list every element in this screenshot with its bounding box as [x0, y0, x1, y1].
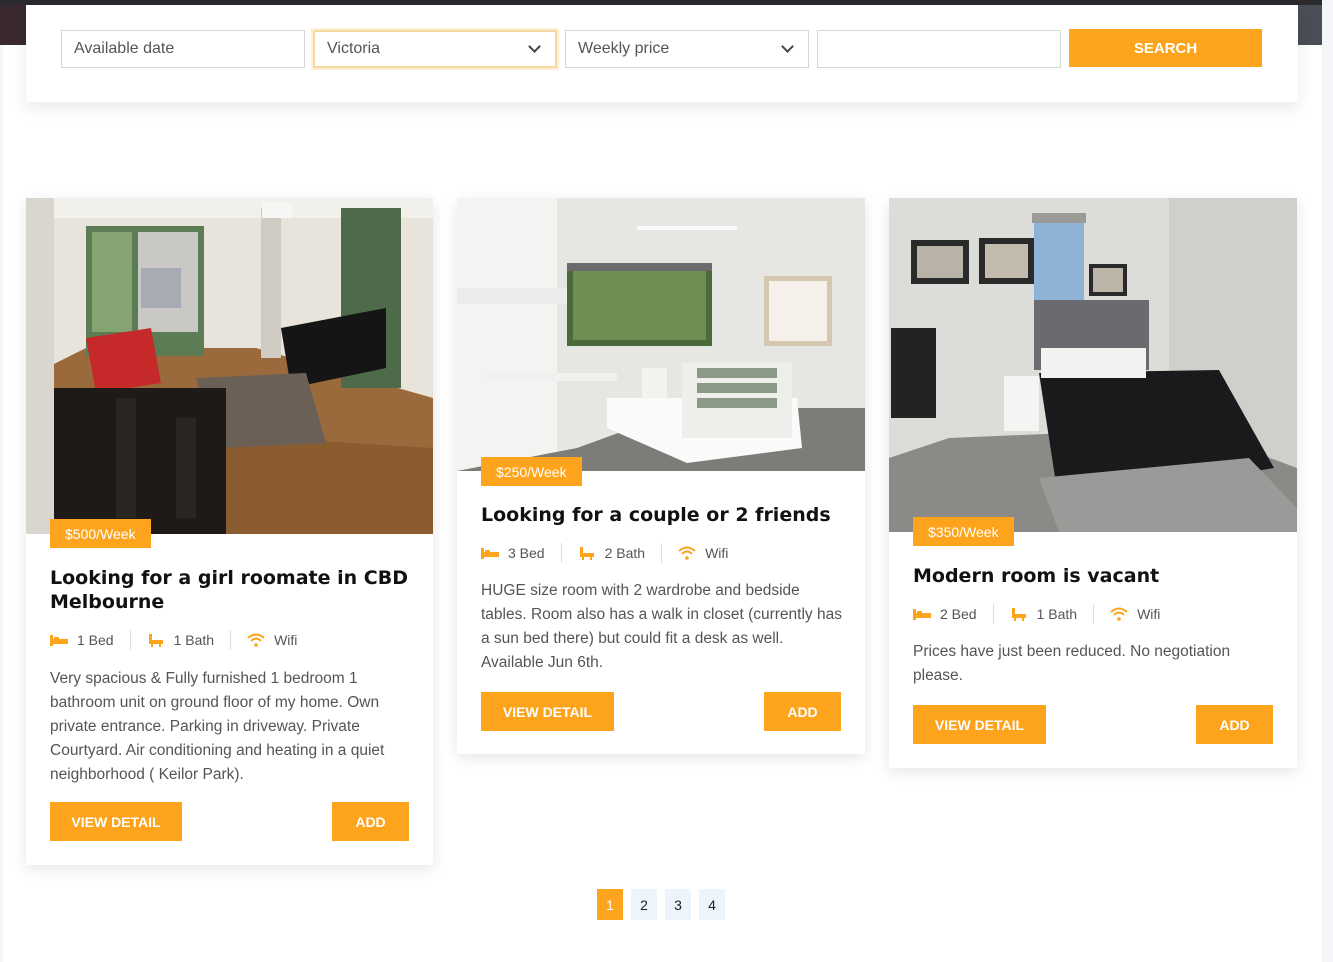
listing-photo[interactable]: [889, 198, 1297, 532]
bath-feature: 1 Bath: [1010, 606, 1077, 622]
feature-divider: [992, 604, 994, 624]
add-button[interactable]: ADD: [332, 802, 409, 841]
available-date-input[interactable]: Available date: [61, 30, 305, 68]
bed-icon: [913, 607, 931, 621]
wifi-icon: [678, 546, 696, 560]
keyword-input[interactable]: [817, 30, 1061, 68]
listing-card: $500/Week Looking for a girl roomate in …: [26, 198, 433, 865]
listing-photo[interactable]: [26, 198, 433, 534]
bath-icon: [1010, 607, 1028, 621]
add-button[interactable]: ADD: [764, 692, 841, 731]
wifi-label: Wifi: [705, 545, 729, 561]
bed-feature: 3 Bed: [481, 545, 545, 561]
wifi-label: Wifi: [1137, 606, 1161, 622]
listing-description: Prices have just been reduced. No negoti…: [913, 643, 1231, 684]
chevron-down-icon: [781, 40, 794, 53]
listing-features: 1 Bed 1 Bath Wifi: [50, 630, 297, 650]
wifi-feature: Wifi: [1110, 606, 1160, 622]
page-edge-left: [0, 45, 3, 962]
feature-divider: [1093, 604, 1095, 624]
weekly-price-select[interactable]: Weekly price: [565, 30, 809, 68]
view-detail-button[interactable]: VIEW DETAIL: [913, 705, 1046, 744]
listing-card: $350/Week Modern room is vacant 2 Bed 1 …: [889, 198, 1297, 768]
bed-feature: 2 Bed: [913, 606, 977, 622]
listing-title[interactable]: Modern room is vacant: [913, 564, 1278, 588]
listing-description: HUGE size room with 2 wardrobe and bedsi…: [481, 582, 842, 671]
wifi-label: Wifi: [274, 632, 298, 648]
listing-description: Very spacious & Fully furnished 1 bedroo…: [50, 670, 385, 783]
listing-features: 2 Bed 1 Bath Wifi: [913, 604, 1160, 624]
bath-feature: 2 Bath: [578, 545, 645, 561]
bath-icon: [578, 546, 596, 560]
wifi-icon: [1110, 607, 1128, 621]
weekly-price-placeholder: Weekly price: [578, 40, 670, 57]
hero-edge-left: [0, 5, 26, 45]
bath-count: 2 Bath: [604, 545, 646, 561]
wifi-feature: Wifi: [247, 632, 297, 648]
price-tag: $250/Week: [481, 457, 582, 486]
page-link-3[interactable]: 3: [665, 889, 691, 920]
bed-icon: [50, 633, 68, 647]
bath-feature: 1 Bath: [147, 632, 214, 648]
location-select[interactable]: Victoria: [313, 30, 557, 68]
page-link-4[interactable]: 4: [699, 889, 725, 920]
wifi-feature: Wifi: [678, 545, 728, 561]
bath-count: 1 Bath: [173, 632, 215, 648]
bed-icon: [481, 546, 499, 560]
page-link-1[interactable]: 1: [597, 889, 623, 920]
listing-features: 3 Bed 2 Bath Wifi: [481, 543, 728, 563]
search-button[interactable]: SEARCH: [1069, 29, 1262, 67]
add-button[interactable]: ADD: [1196, 705, 1273, 744]
chevron-down-icon: [528, 40, 541, 53]
feature-divider: [560, 543, 562, 563]
price-tag: $350/Week: [913, 517, 1014, 546]
feature-divider: [230, 630, 232, 650]
page-link-2[interactable]: 2: [631, 889, 657, 920]
bed-count: 2 Bed: [940, 606, 977, 622]
available-date-placeholder: Available date: [74, 40, 175, 57]
bath-icon: [147, 633, 165, 647]
hero-edge-right: [1298, 5, 1322, 45]
pagination: 1 2 3 4: [597, 889, 725, 920]
bed-feature: 1 Bed: [50, 632, 114, 648]
listing-photo[interactable]: [457, 198, 865, 471]
listing-title[interactable]: Looking for a girl roomate in CBD Melbou…: [50, 566, 415, 614]
listing-title[interactable]: Looking for a couple or 2 friends: [481, 503, 846, 527]
view-detail-button[interactable]: VIEW DETAIL: [481, 692, 614, 731]
bath-count: 1 Bath: [1036, 606, 1078, 622]
page-edge-right: [1322, 0, 1333, 962]
wifi-icon: [247, 633, 265, 647]
feature-divider: [661, 543, 663, 563]
bed-count: 1 Bed: [77, 632, 114, 648]
bed-count: 3 Bed: [508, 545, 545, 561]
view-detail-button[interactable]: VIEW DETAIL: [50, 802, 182, 841]
location-value: Victoria: [327, 40, 381, 57]
search-bar: Available date Victoria Weekly price SEA…: [26, 5, 1298, 102]
price-tag: $500/Week: [50, 519, 151, 548]
listing-card: $250/Week Looking for a couple or 2 frie…: [457, 198, 865, 754]
feature-divider: [129, 630, 131, 650]
